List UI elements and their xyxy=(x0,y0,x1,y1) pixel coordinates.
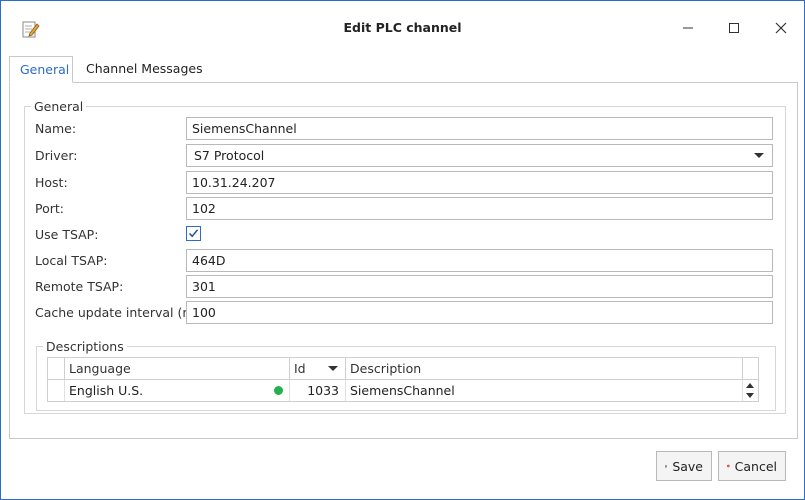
driver-select[interactable]: S7 Protocol xyxy=(186,144,773,167)
minimize-button[interactable] xyxy=(675,15,701,41)
general-tab-panel: General Name: Driver: S7 Protocol Host: … xyxy=(9,82,798,439)
save-button-label: Save xyxy=(672,458,703,474)
row-selector[interactable] xyxy=(48,380,65,401)
remote-tsap-label: Remote TSAP: xyxy=(35,279,124,294)
cancel-button[interactable]: Cancel xyxy=(718,451,786,481)
driver-selected-value: S7 Protocol xyxy=(194,148,265,163)
local-tsap-input[interactable] xyxy=(186,249,773,272)
name-label: Name: xyxy=(35,121,77,136)
floppy-disk-icon xyxy=(665,464,668,468)
port-input[interactable] xyxy=(186,197,773,220)
port-label: Port: xyxy=(35,201,64,216)
cache-interval-label: Cache update interval (ms): xyxy=(35,305,211,320)
tab-general[interactable]: General xyxy=(9,56,73,83)
grid-header: Language Id Description xyxy=(48,358,758,380)
use-tsap-checkbox[interactable] xyxy=(186,226,201,241)
maximize-icon xyxy=(729,23,739,33)
driver-label: Driver: xyxy=(35,148,78,163)
maximize-button[interactable] xyxy=(721,15,747,41)
sort-down-icon xyxy=(328,366,338,371)
checkmark-icon xyxy=(188,229,199,238)
description-cell[interactable]: SiemensChannel xyxy=(346,380,743,401)
cancel-circle-icon xyxy=(727,464,730,468)
general-legend: General xyxy=(34,99,84,114)
column-header-id[interactable]: Id xyxy=(290,358,346,379)
header-filler xyxy=(743,358,758,379)
remote-tsap-input[interactable] xyxy=(186,275,773,298)
save-button[interactable]: Save xyxy=(656,451,712,481)
tab-channel-messages[interactable]: Channel Messages xyxy=(76,56,213,83)
column-header-id-label: Id xyxy=(294,361,306,376)
title-bar: Edit PLC channel xyxy=(1,1,804,57)
minimize-icon xyxy=(683,27,693,29)
close-button[interactable] xyxy=(768,15,794,41)
column-header-description[interactable]: Description xyxy=(346,358,743,379)
cancel-button-label: Cancel xyxy=(734,458,777,474)
cache-interval-input[interactable] xyxy=(186,301,773,324)
language-cell[interactable]: English U.S. xyxy=(65,380,290,401)
host-input[interactable] xyxy=(186,171,773,194)
edit-plc-channel-dialog: Edit PLC channel General Channel Message… xyxy=(0,0,805,500)
host-label: Host: xyxy=(35,175,68,190)
descriptions-legend: Descriptions xyxy=(46,339,124,354)
descriptions-grid: Language Id Description English U.S. 103… xyxy=(47,357,759,402)
row-selector-header xyxy=(48,358,65,379)
local-tsap-label: Local TSAP: xyxy=(35,253,108,268)
close-icon xyxy=(775,22,787,34)
use-tsap-label: Use TSAP: xyxy=(35,227,99,242)
arrow-down-icon[interactable] xyxy=(746,393,754,398)
id-cell[interactable]: 1033 xyxy=(290,380,346,401)
chevron-down-icon xyxy=(754,153,764,158)
name-input[interactable] xyxy=(186,117,773,140)
table-row[interactable]: English U.S. 1033 SiemensChannel xyxy=(48,380,758,401)
column-header-language[interactable]: Language xyxy=(65,358,290,379)
language-value: English U.S. xyxy=(69,383,144,398)
status-dot-icon xyxy=(274,386,283,395)
row-spinner[interactable] xyxy=(743,380,758,401)
arrow-up-icon[interactable] xyxy=(746,383,754,388)
